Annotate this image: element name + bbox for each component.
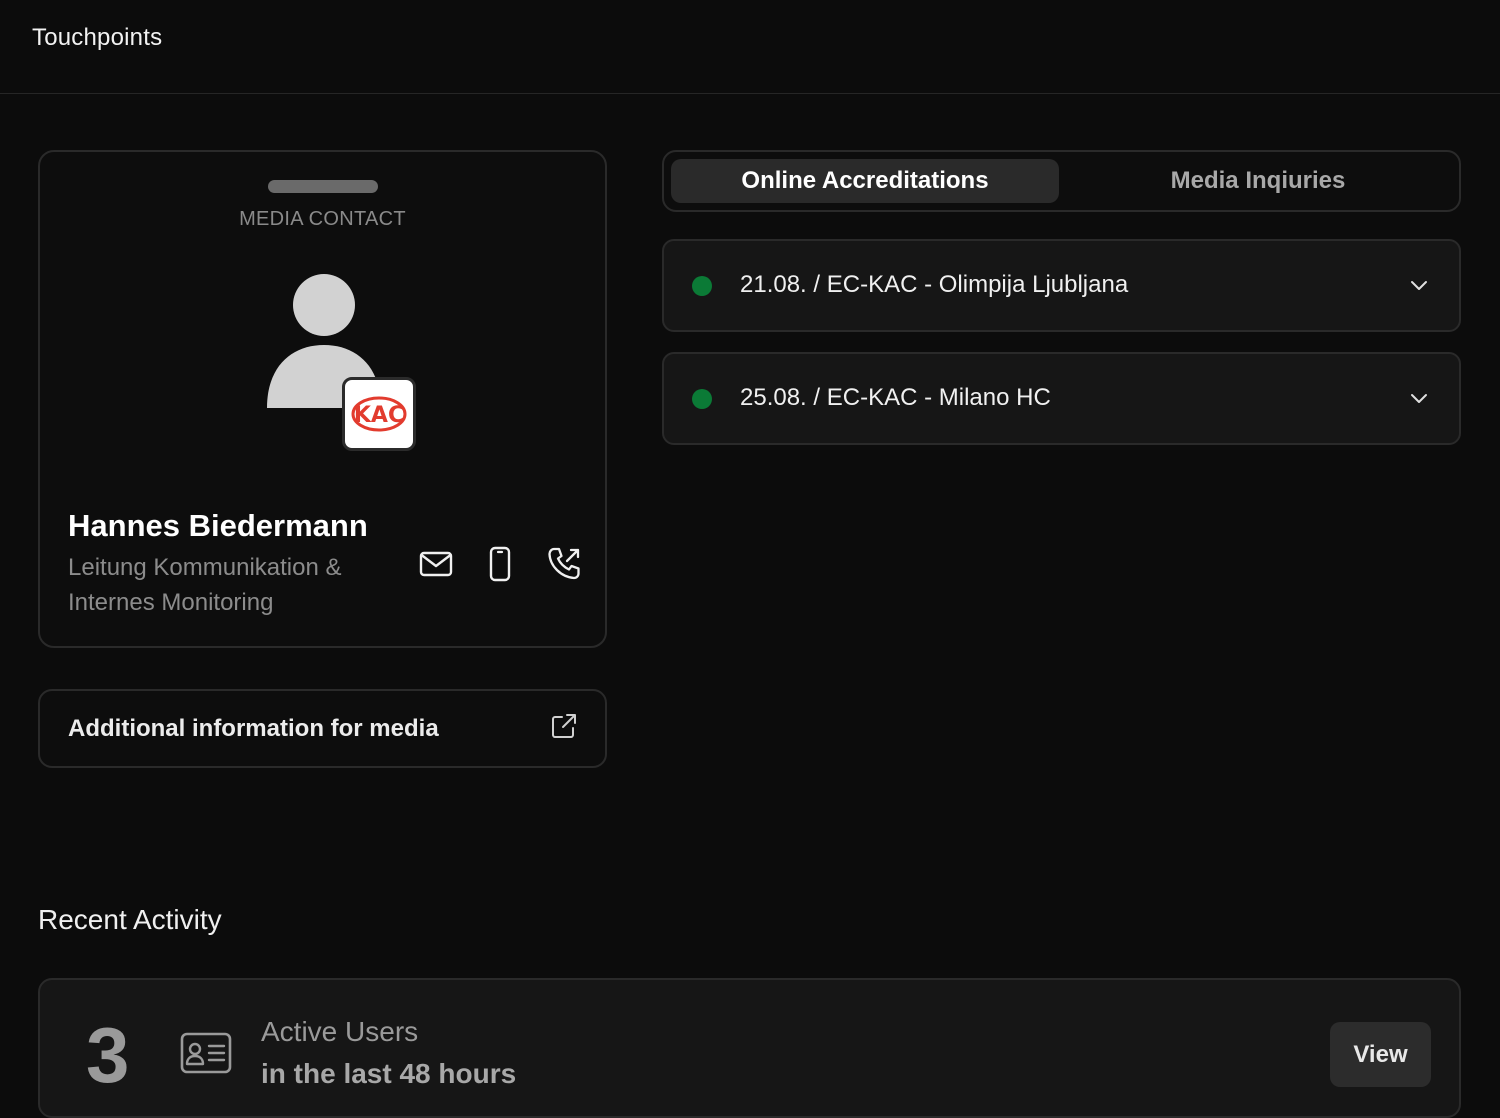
- contact-actions: [418, 544, 582, 584]
- page-title: Touchpoints: [32, 24, 163, 51]
- contact-role: Leitung Kommunikation & Internes Monitor…: [68, 554, 342, 616]
- accreditation-event-row[interactable]: 21.08. / EC-KAC - Olimpija Ljubljana: [662, 239, 1461, 332]
- drag-handle[interactable]: [268, 180, 378, 193]
- status-dot: [692, 389, 712, 409]
- tab-media-inquiries[interactable]: Media Inqiuries: [1064, 159, 1452, 203]
- event-label: 21.08. / EC-KAC - Olimpija Ljubljana: [740, 271, 1129, 298]
- accreditation-event-row[interactable]: 25.08. / EC-KAC - Milano HC: [662, 352, 1461, 445]
- phone-outgoing-icon: [548, 547, 580, 580]
- contact-name: Hannes Biedermann: [68, 508, 368, 543]
- svg-text:KAC: KAC: [354, 403, 404, 428]
- chevron-down-icon[interactable]: [1409, 275, 1429, 295]
- media-contact-card: MEDIA CONTACT KAC Hannes Biedermann Leit…: [38, 150, 607, 648]
- club-logo-badge: KAC: [342, 377, 416, 451]
- email-button[interactable]: [418, 544, 454, 584]
- mobile-phone-icon: [489, 546, 511, 582]
- active-users-card: 3 Active Users in the last 48 hours View: [38, 978, 1461, 1118]
- additional-info-label: Additional information for media: [68, 715, 439, 742]
- mobile-button[interactable]: [482, 544, 518, 584]
- kac-logo-icon: KAC: [351, 396, 407, 432]
- view-button[interactable]: View: [1330, 1022, 1431, 1087]
- id-card-icon: [180, 1032, 232, 1074]
- external-link-icon: [552, 714, 576, 738]
- active-users-count: 3: [86, 1011, 130, 1099]
- recent-activity-heading: Recent Activity: [38, 904, 222, 935]
- active-users-label: Active Users: [261, 1016, 419, 1047]
- card-section-label: MEDIA CONTACT: [239, 208, 406, 230]
- call-button[interactable]: [546, 544, 582, 584]
- tab-online-accreditations[interactable]: Online Accreditations: [671, 159, 1059, 203]
- tab-bar: Online Accreditations Media Inqiuries: [662, 150, 1461, 212]
- active-users-timeframe: in the last 48 hours: [261, 1058, 517, 1089]
- mail-icon: [419, 551, 453, 577]
- top-bar: Touchpoints: [0, 0, 1500, 94]
- event-label: 25.08. / EC-KAC - Milano HC: [740, 384, 1051, 411]
- additional-info-link[interactable]: Additional information for media: [38, 689, 607, 768]
- chevron-down-icon[interactable]: [1409, 388, 1429, 408]
- status-dot: [692, 276, 712, 296]
